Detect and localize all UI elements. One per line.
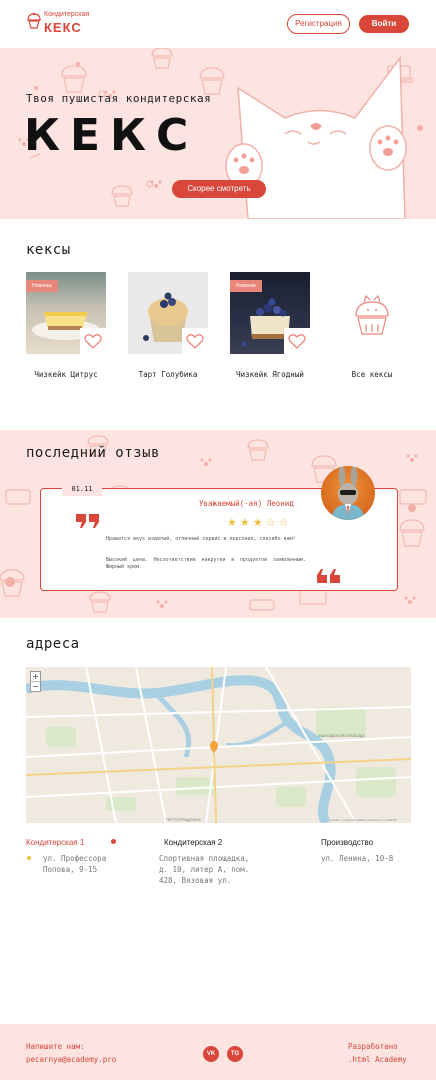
map-attribution[interactable]: Leaflet | © OpenStreetMap contributors ©… — [330, 818, 397, 822]
map-street-label: ПЕТРОГРАДСКАЯ — [166, 817, 201, 822]
all-cupcakes-link[interactable]: Все кексы — [332, 272, 412, 379]
address-line: ул. Профессора — [43, 854, 107, 863]
new-badge: Новинка — [230, 280, 262, 292]
product-image — [128, 272, 208, 354]
addresses-title: адреса — [26, 636, 80, 652]
product-image: Новинка — [26, 272, 106, 354]
heart-icon — [84, 334, 102, 349]
reviewer-name: Уважаемый(-ая) Леонид — [199, 499, 294, 508]
quote-close-icon — [317, 569, 340, 583]
map-zoom-control: + − — [30, 671, 41, 692]
new-badge: Новинка — [26, 280, 58, 292]
address-line: Спортивная площадка, — [159, 854, 250, 863]
product-name[interactable]: Тарт Голубика — [118, 370, 218, 379]
review-paragraph: Высокий цена. Несоответствие накрутки и … — [106, 557, 306, 570]
address-line: 428, Вязовая ул. — [159, 876, 232, 885]
favorite-button[interactable] — [182, 328, 208, 354]
location-address-3: ул. Ленина, 10-8 — [321, 853, 393, 864]
developer-block: Разработано .html Academy — [348, 1040, 407, 1066]
location-bullet-icon — [27, 856, 31, 860]
telegram-icon[interactable]: TG — [227, 1046, 243, 1062]
quote-open-icon — [76, 514, 99, 528]
star-empty-icon: ☆ — [265, 516, 279, 529]
logo-subtitle: Кондитерская — [44, 11, 90, 18]
map[interactable]: ВЫХОДСКОЙ СЛОБОДА ПЕТРОГРАДСКАЯ Leaflet … — [26, 667, 411, 823]
address-line: Попова, 9-15 — [43, 865, 98, 874]
star-filled-icon: ★ — [227, 516, 240, 529]
map-district-label: ВЫХОДСКОЙ СЛОБОДА — [319, 733, 366, 738]
rabbit-avatar-icon — [331, 466, 365, 520]
product-card[interactable]: Тарт Голубика — [128, 272, 208, 379]
rating-stars: ★★★☆☆ — [227, 516, 291, 529]
product-name[interactable]: Чизкейк Цитрус — [16, 370, 116, 379]
map-tiles: ВЫХОДСКОЙ СЛОБОДА ПЕТРОГРАДСКАЯ Leaflet … — [26, 667, 411, 823]
location-tab-1[interactable]: Кондитерская 1 — [26, 838, 84, 847]
star-filled-icon: ★ — [252, 516, 266, 529]
all-cupcakes-image — [332, 272, 412, 354]
hero-cta-button[interactable]: Скорее смотреть — [172, 180, 266, 198]
review-date: 01.11 — [62, 482, 102, 496]
star-empty-icon: ☆ — [278, 516, 292, 529]
login-button[interactable]: Войти — [359, 15, 409, 33]
contact-block: Напишите нам: pecarnya@academy.pro — [26, 1040, 116, 1066]
reviewer-avatar — [321, 466, 375, 520]
location-address-1: ул. Профессора Попова, 9-15 — [43, 853, 106, 875]
cupcakes-title: кексы — [26, 242, 71, 258]
hero-subtitle: Твоя пушистая кондитерская — [26, 92, 212, 105]
favorite-button[interactable] — [80, 328, 106, 354]
write-us-label: Напишите нам: — [26, 1042, 85, 1051]
register-button[interactable]: Регистрация — [287, 14, 350, 34]
product-name[interactable]: Чизкейк Ягодный — [220, 370, 320, 379]
address-line: д. 10, литер А, пом. — [159, 865, 250, 874]
product-card[interactable]: Новинка Чизкейк Ягодный — [230, 272, 310, 379]
cupcake-logo-icon — [27, 12, 41, 29]
zoom-out-button[interactable]: − — [31, 682, 40, 691]
address-line: ул. Ленина, 10-8 — [321, 854, 394, 863]
hero-banner: Твоя пушистая кондитерская КЕКС Скорее с… — [0, 48, 436, 219]
developed-by-label: Разработано — [348, 1042, 398, 1051]
star-filled-icon: ★ — [239, 516, 253, 529]
location-tab-3[interactable]: Производство — [321, 838, 373, 847]
review-title: последний отзыв — [26, 445, 160, 461]
zoom-in-button[interactable]: + — [31, 672, 40, 682]
heart-icon — [186, 334, 204, 349]
vk-icon[interactable]: VK — [203, 1046, 219, 1062]
cat-cupcake-icon — [355, 294, 389, 335]
contact-email-link[interactable]: pecarnya@academy.pro — [26, 1053, 116, 1066]
location-address-2: Спортивная площадка, д. 10, литер А, пом… — [159, 853, 249, 886]
active-location-dot-icon — [111, 839, 116, 844]
review-paragraph: Нравится вкус изделий, отличный сервис и… — [106, 536, 296, 542]
product-card[interactable]: Новинка Чизкейк Цитрус — [26, 272, 106, 379]
heart-icon — [288, 334, 306, 349]
product-image: Новинка — [230, 272, 310, 354]
developer-link[interactable]: .html Academy — [348, 1053, 407, 1066]
location-tab-2[interactable]: Кондитерская 2 — [164, 838, 222, 847]
favorite-button[interactable] — [284, 328, 310, 354]
logo-title: КЕКС — [44, 20, 82, 35]
all-cupcakes-label[interactable]: Все кексы — [322, 370, 422, 379]
hero-title: КЕКС — [24, 110, 199, 161]
site-header: Кондитерская КЕКС Регистрация Войти — [0, 0, 436, 48]
